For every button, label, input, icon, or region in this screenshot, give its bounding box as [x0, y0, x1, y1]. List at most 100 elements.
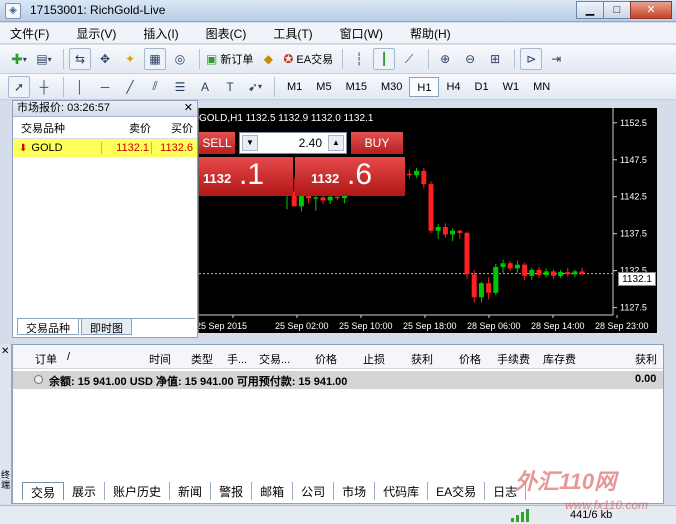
balance-row[interactable]: 余额: 15 941.00 USD 净值: 15 941.00 可用预付款: 1… — [13, 371, 663, 389]
maximize-button[interactable]: □ — [603, 1, 631, 19]
tab-account-history[interactable]: 账户历史 — [105, 482, 171, 500]
bar-chart-button[interactable]: ┆ — [348, 48, 370, 70]
column-current-price[interactable]: 价格 — [459, 351, 481, 367]
column-order[interactable]: 订单 — [35, 351, 57, 367]
close-icon[interactable]: ✕ — [184, 101, 193, 116]
tab-symbols[interactable]: 交易品种 — [17, 319, 79, 335]
tab-trade[interactable]: 交易 — [22, 482, 65, 500]
column-swap[interactable]: 库存费 — [543, 351, 576, 367]
tile-windows-button[interactable]: ⊞ — [484, 48, 506, 70]
new-order-label: 新订单 — [220, 54, 254, 66]
zoom-in-button[interactable]: ⊕ — [434, 48, 456, 70]
column-commission[interactable]: 手续费 — [497, 351, 530, 367]
ea-trading-button[interactable]: ✪ EA交易 — [282, 48, 334, 70]
tab-market[interactable]: 市场 — [334, 482, 376, 500]
timeframe-m15[interactable]: M15 — [339, 77, 374, 97]
timeframe-w1[interactable]: W1 — [496, 77, 527, 97]
close-icon[interactable]: ✕ — [1, 346, 9, 357]
terminal-toggle[interactable]: ▦ — [144, 48, 166, 70]
tab-news[interactable]: 新闻 — [170, 482, 212, 500]
profiles-button[interactable]: ▤ ▾ — [33, 48, 55, 70]
candle-body-down — [320, 197, 326, 201]
price-chart[interactable]: 1152.5 1147.5 1142.5 1137.5 1132.5 1127.5 25 S… — [198, 108, 657, 333]
vertical-line-tool[interactable]: │ — [69, 76, 91, 98]
buy-price-button[interactable]: 1132 .6 — [295, 157, 405, 196]
chart-top-strip — [198, 100, 657, 108]
menu-charts[interactable]: 图表(C) — [206, 25, 247, 42]
navigator-button[interactable]: ✦ — [119, 48, 141, 70]
timeframe-d1[interactable]: D1 — [468, 77, 496, 97]
timeframe-mn[interactable]: MN — [526, 77, 557, 97]
candle-body-up — [558, 272, 564, 276]
menu-window[interactable]: 窗口(W) — [340, 25, 383, 42]
price-tick-label: 1127.5 — [620, 303, 647, 313]
menu-insert[interactable]: 插入(I) — [143, 25, 178, 42]
tab-experts[interactable]: EA交易 — [428, 482, 486, 500]
chart-shift-button[interactable]: ⇥ — [545, 48, 567, 70]
auto-scroll-button[interactable]: ⊳ — [520, 48, 543, 70]
tab-tick-chart[interactable]: 即时图 — [81, 319, 132, 335]
buy-price-pips: .6 — [347, 158, 373, 191]
timeframe-h4[interactable]: H4 — [439, 77, 467, 97]
buy-button[interactable]: BUY — [351, 132, 403, 154]
market-watch-toggle[interactable]: ⇆ — [69, 48, 91, 70]
candle-body-down — [334, 196, 340, 199]
column-take-profit[interactable]: 获利 — [411, 351, 433, 367]
tab-exposure[interactable]: 展示 — [64, 482, 106, 500]
menu-help[interactable]: 帮助(H) — [410, 25, 451, 42]
column-lots[interactable]: 手... — [227, 351, 247, 367]
terminal-side-label: 终端 — [1, 470, 11, 490]
zoom-out-button[interactable]: ⊖ — [459, 48, 481, 70]
lot-decrease-icon[interactable]: ▼ — [242, 135, 258, 151]
fibonacci-tool[interactable]: ☰ — [169, 76, 191, 98]
timeframe-h1[interactable]: H1 — [409, 76, 440, 97]
cursor-icon: ➚ — [13, 79, 25, 94]
sell-button[interactable]: SELL — [199, 132, 235, 154]
menu-file[interactable]: 文件(F) — [10, 25, 49, 42]
editor-icon: ◆ — [263, 52, 273, 66]
timeframe-m30[interactable]: M30 — [374, 77, 409, 97]
menu-view[interactable]: 显示(V) — [76, 25, 116, 42]
tab-alerts[interactable]: 警报 — [211, 482, 253, 500]
menu-tools[interactable]: 工具(T) — [273, 25, 312, 42]
new-chart-button[interactable]: ✚ ▾ — [8, 48, 30, 70]
minimize-button[interactable]: ▁ — [576, 1, 604, 19]
lot-size-field[interactable]: ▼ 2.40 ▲ — [239, 132, 347, 154]
line-chart-button[interactable]: ⟋ — [398, 48, 420, 70]
tab-mailbox[interactable]: 邮箱 — [252, 482, 294, 500]
text-tool[interactable]: A — [194, 76, 216, 98]
close-button[interactable]: ✕ — [630, 1, 672, 19]
trendline-tool[interactable]: ╱ — [119, 76, 141, 98]
meta-editor-button[interactable]: ◆ — [257, 48, 279, 70]
arrows-tool[interactable]: ➹ ▾ — [244, 76, 266, 98]
horizontal-line-tool[interactable]: ─ — [94, 76, 116, 98]
candle-body-down — [464, 232, 470, 275]
new-order-button[interactable]: ▣ 新订单 — [205, 48, 254, 70]
timeframe-m1[interactable]: M1 — [280, 77, 309, 97]
market-watch-row[interactable]: ⬇ GOLD 1132.1 1132.6 — [13, 139, 197, 157]
tab-code-base[interactable]: 代码库 — [375, 482, 429, 500]
tab-company[interactable]: 公司 — [293, 482, 335, 500]
equidistant-channel-tool[interactable]: ⫽ — [144, 76, 166, 98]
column-bid[interactable]: 卖价 — [101, 120, 151, 136]
crosshair-tool[interactable]: ┼ — [33, 76, 55, 98]
balance-circle-icon — [34, 375, 43, 384]
column-ask[interactable]: 买价 — [151, 120, 197, 136]
column-type[interactable]: 类型 — [191, 351, 213, 367]
tester-button[interactable]: ◎ — [169, 48, 191, 70]
sell-price-button[interactable]: 1132 .1 — [199, 157, 293, 196]
candlestick-button[interactable]: ┃ — [373, 48, 396, 70]
sell-price-pips: .1 — [239, 158, 265, 191]
lot-increase-icon[interactable]: ▲ — [328, 135, 344, 151]
column-price[interactable]: 价格 — [315, 351, 337, 367]
cursor-tool[interactable]: ➚ — [8, 75, 30, 98]
column-time[interactable]: 时间 — [149, 351, 171, 367]
column-symbol[interactable]: 交易品种 — [13, 120, 101, 136]
column-symbol[interactable]: 交易... — [259, 351, 290, 367]
one-click-trading-panel: SELL ▼ 2.40 ▲ BUY 1132 .1 1132 .6 — [199, 130, 405, 196]
column-stop-loss[interactable]: 止损 — [363, 351, 385, 367]
data-window-button[interactable]: ✥ — [94, 48, 116, 70]
timeframe-m5[interactable]: M5 — [309, 77, 338, 97]
text-label-tool[interactable]: T — [219, 76, 241, 98]
column-profit[interactable]: 获利 — [635, 351, 657, 367]
